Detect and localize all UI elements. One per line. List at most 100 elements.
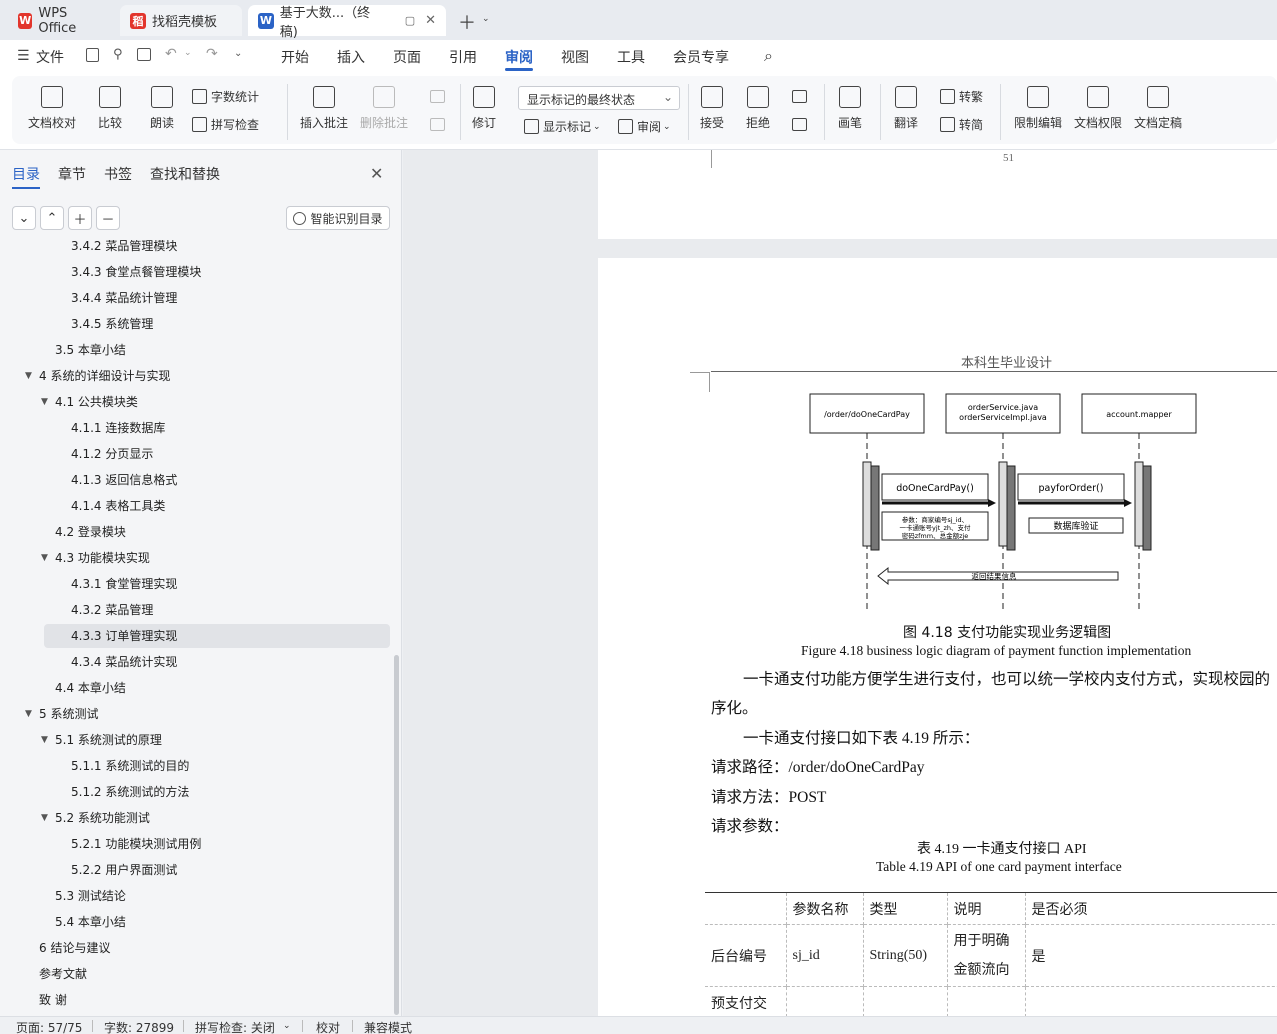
menu-view[interactable]: 视图: [561, 47, 589, 67]
expand-triangle-icon[interactable]: ▼: [41, 728, 48, 752]
to-simplified-button[interactable]: 转简: [940, 116, 983, 133]
prev-change-icon[interactable]: [792, 90, 807, 103]
menu-home[interactable]: 开始: [281, 47, 309, 67]
menu-insert[interactable]: 插入: [337, 47, 365, 67]
next-change-icon[interactable]: [792, 118, 807, 131]
status-proof[interactable]: 校对: [316, 1019, 340, 1034]
status-page[interactable]: 页面: 57/75: [16, 1019, 82, 1034]
insert-comment-button[interactable]: 插入批注: [300, 86, 348, 131]
save-icon[interactable]: [86, 48, 99, 62]
expand-triangle-icon[interactable]: ▼: [41, 390, 48, 414]
expand-up-button[interactable]: ⌃: [40, 206, 64, 230]
toc-item[interactable]: 4.1.3 返回信息格式: [0, 468, 390, 492]
toc-item[interactable]: 3.4.2 菜品管理模块: [0, 240, 390, 258]
hamburger-icon[interactable]: ☰: [17, 48, 30, 64]
track-changes-button[interactable]: 修订: [472, 86, 496, 131]
to-traditional-button[interactable]: 转繁: [940, 88, 983, 105]
toc-item[interactable]: 6 结论与建议: [0, 936, 390, 960]
prev-comment-icon[interactable]: [430, 90, 445, 103]
toc-item[interactable]: 3.5 本章小结: [0, 338, 390, 362]
toc-item[interactable]: 4.3.4 菜品统计实现: [0, 650, 390, 674]
chevron-down-icon[interactable]: ⌄: [283, 1021, 291, 1031]
collapse-all-button[interactable]: ⌄: [12, 206, 36, 230]
doc-permission-button[interactable]: 文档权限: [1074, 86, 1122, 131]
toc-item[interactable]: 5.1.2 系统测试的方法: [0, 780, 390, 804]
remove-heading-button[interactable]: －: [96, 206, 120, 230]
menu-file[interactable]: 文件: [36, 47, 64, 67]
toc-item[interactable]: 参考文献: [0, 962, 390, 986]
undo-dropdown-icon[interactable]: ⌄: [184, 48, 192, 58]
restore-window-icon[interactable]: ▢: [405, 14, 415, 27]
toc-item[interactable]: 5.3 测试结论: [0, 884, 390, 908]
read-aloud-button[interactable]: 朗读: [150, 86, 174, 131]
menu-references[interactable]: 引用: [449, 47, 477, 67]
toc-item[interactable]: 4.3.3 订单管理实现: [44, 624, 390, 648]
toc-scrollbar[interactable]: [394, 655, 399, 1015]
toc-item[interactable]: 5.1.1 系统测试的目的: [0, 754, 390, 778]
toc-item[interactable]: 3.4.3 食堂点餐管理模块: [0, 260, 390, 284]
toc-item[interactable]: ▼ 5 系统测试: [0, 702, 390, 726]
search-icon[interactable]: ⌕: [764, 46, 773, 66]
tab-document[interactable]: W 基于大数...（终稿) ▢ ✕: [248, 5, 446, 40]
menu-review[interactable]: 审阅: [505, 47, 533, 71]
toc-item[interactable]: ▼ 4.3 功能模块实现: [0, 546, 390, 570]
toc-item[interactable]: ▼ 4 系统的详细设计与实现: [0, 364, 390, 388]
menu-tools[interactable]: 工具: [617, 47, 645, 67]
expand-triangle-icon[interactable]: ▼: [25, 702, 32, 726]
toc-item[interactable]: 4.2 登录模块: [0, 520, 390, 544]
restrict-edit-button[interactable]: 限制编辑: [1014, 86, 1062, 131]
undo-icon[interactable]: ↶: [165, 46, 177, 62]
status-spell-check[interactable]: 拼写检查: 关闭: [195, 1019, 275, 1034]
doc-check-button[interactable]: 文档校对: [28, 86, 76, 131]
toc-item[interactable]: 4.1.4 表格工具类: [0, 494, 390, 518]
toc-item[interactable]: 3.4.5 系统管理: [0, 312, 390, 336]
close-tab-icon[interactable]: ✕: [425, 13, 436, 28]
review-pane-button[interactable]: 审阅 ⌄: [618, 118, 671, 135]
tab-docer-templates[interactable]: 稻 找稻壳模板: [120, 5, 242, 36]
show-markup-button[interactable]: 显示标记 ⌄: [524, 118, 601, 135]
toc-item[interactable]: 3.4.4 菜品统计管理: [0, 286, 390, 310]
markup-state-select[interactable]: 显示标记的最终状态 ⌄: [518, 86, 680, 110]
spell-check-button[interactable]: 拼写检查: [192, 116, 259, 133]
word-count-button[interactable]: 字数统计: [192, 88, 259, 105]
menu-page[interactable]: 页面: [393, 47, 421, 67]
toc-item[interactable]: 4.1.2 分页显示: [0, 442, 390, 466]
redo-icon[interactable]: ↷: [206, 46, 218, 62]
status-word-count[interactable]: 字数: 27899: [104, 1019, 174, 1034]
accept-button[interactable]: 接受: [700, 86, 724, 131]
ink-button[interactable]: 画笔: [838, 86, 862, 131]
tab-toc[interactable]: 目录: [12, 164, 40, 189]
toc-item[interactable]: 5.4 本章小结: [0, 910, 390, 934]
smart-toc-button[interactable]: 智能识别目录: [286, 206, 390, 230]
print-preview-icon[interactable]: [137, 48, 151, 61]
finalize-button[interactable]: 文档定稿: [1134, 86, 1182, 131]
reject-button[interactable]: 拒绝: [746, 86, 770, 131]
toc-item[interactable]: 5.2.1 功能模块测试用例: [0, 832, 390, 856]
toc-item[interactable]: 4.3.2 菜品管理: [0, 598, 390, 622]
toc-item[interactable]: ▼ 5.2 系统功能测试: [0, 806, 390, 830]
toc-item[interactable]: 致 谢: [0, 988, 390, 1012]
more-chevron-icon[interactable]: ⌄: [234, 48, 242, 59]
translate-button[interactable]: 翻译: [894, 86, 918, 131]
toc-item[interactable]: 4.3.1 食堂管理实现: [0, 572, 390, 596]
toc-item[interactable]: ▼ 5.1 系统测试的原理: [0, 728, 390, 752]
delete-comment-button[interactable]: 删除批注: [360, 86, 408, 131]
tab-wps-office[interactable]: W WPS Office: [8, 5, 112, 36]
tab-chapters[interactable]: 章节: [58, 164, 86, 184]
toc-item[interactable]: 4.1.1 连接数据库: [0, 416, 390, 440]
share-icon[interactable]: ⚲: [113, 47, 123, 62]
tab-find-replace[interactable]: 查找和替换: [150, 164, 220, 184]
expand-triangle-icon[interactable]: ▼: [41, 546, 48, 570]
tab-bookmarks[interactable]: 书签: [104, 164, 132, 184]
tab-list-chevron-icon[interactable]: ⌄: [482, 14, 490, 24]
close-icon[interactable]: ✕: [370, 164, 383, 183]
new-tab-icon[interactable]: ＋: [458, 9, 476, 35]
compare-button[interactable]: 比较: [98, 86, 122, 131]
toc-item[interactable]: 5.2.2 用户界面测试: [0, 858, 390, 882]
expand-triangle-icon[interactable]: ▼: [41, 806, 48, 830]
next-comment-icon[interactable]: [430, 118, 445, 131]
menu-member[interactable]: 会员专享: [673, 47, 729, 67]
toc-item[interactable]: ▼ 4.1 公共模块类: [0, 390, 390, 414]
expand-triangle-icon[interactable]: ▼: [25, 364, 32, 388]
add-heading-button[interactable]: ＋: [68, 206, 92, 230]
